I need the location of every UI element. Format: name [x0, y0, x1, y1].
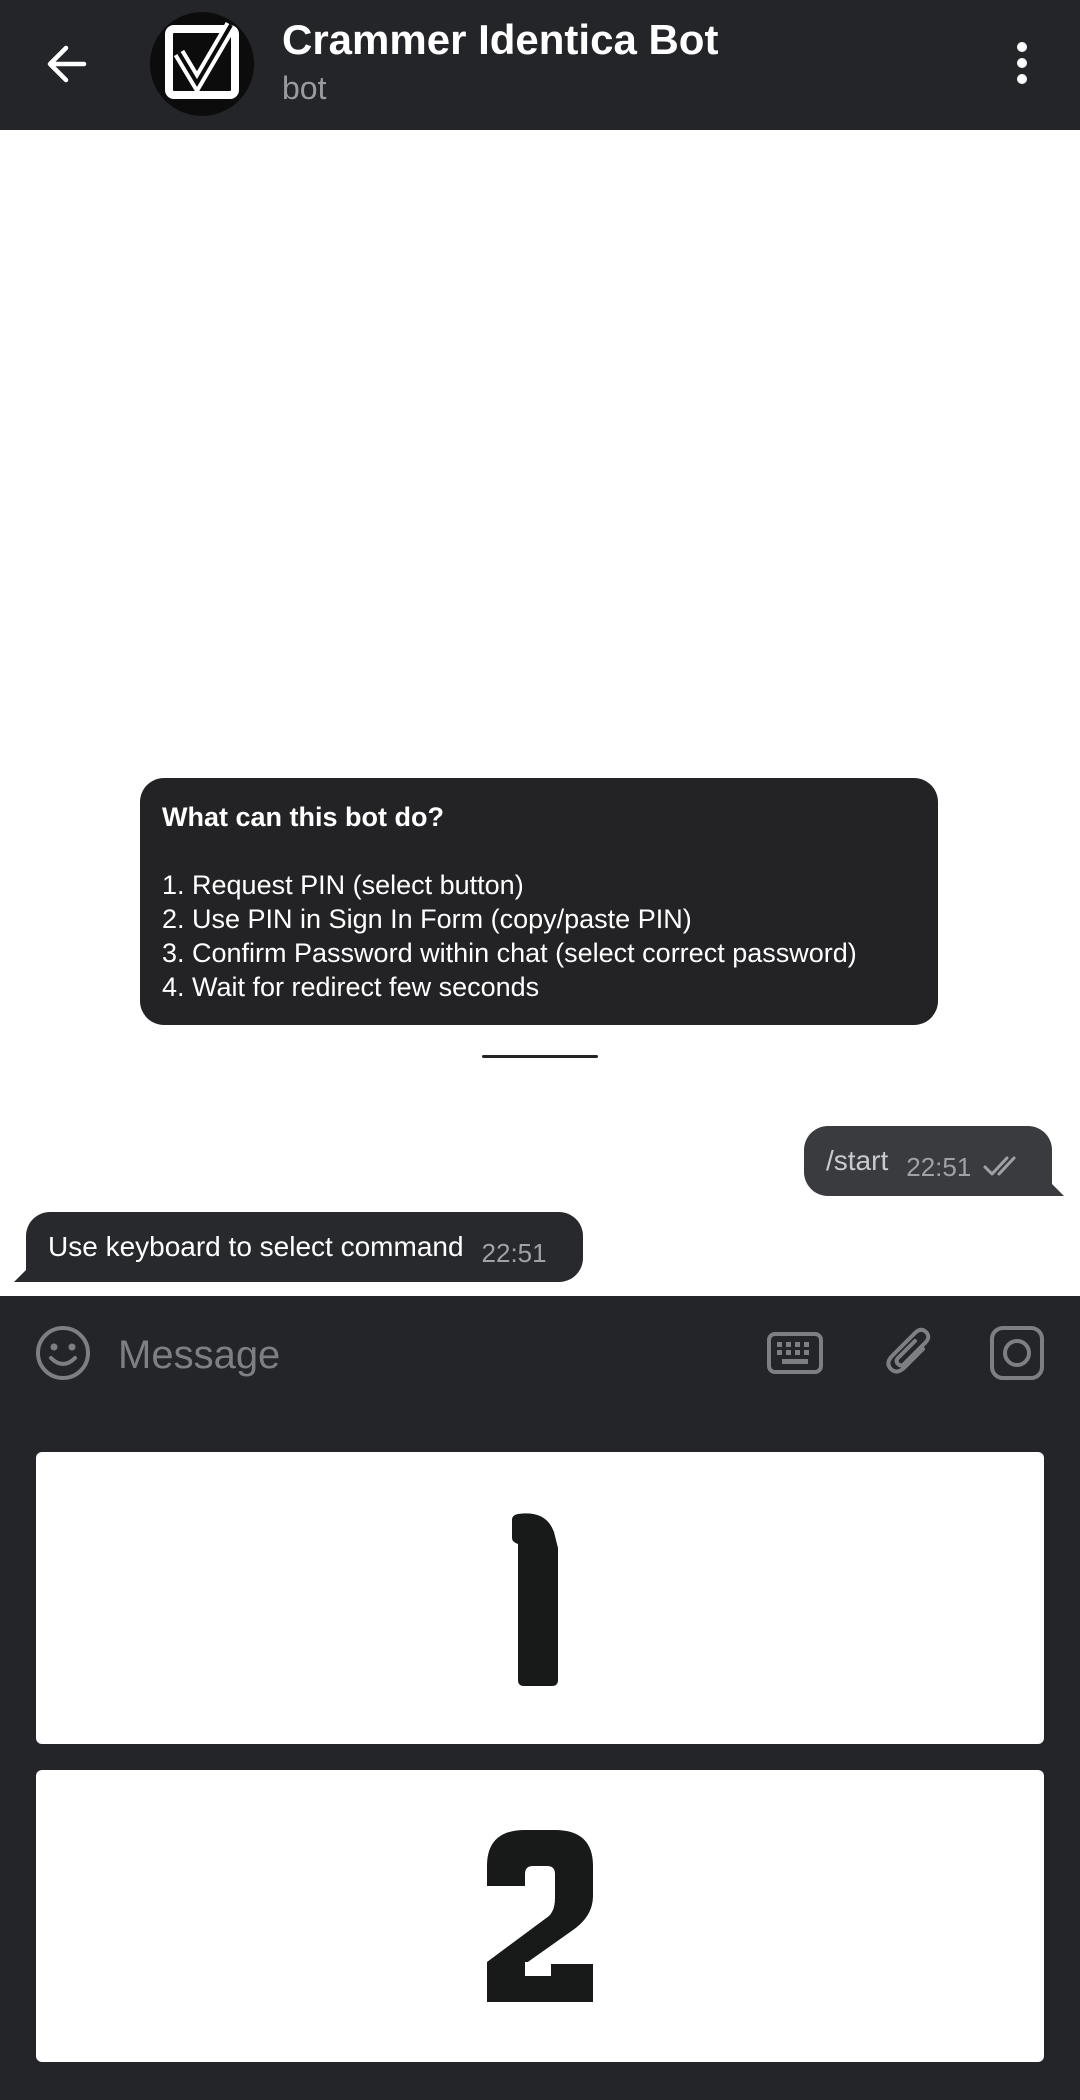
digit-1-glyph — [510, 1508, 570, 1688]
arrow-left-icon — [44, 44, 88, 89]
about-title: What can this bot do? — [162, 802, 444, 832]
chat-header: Crammer Identica Bot bot — [0, 0, 1080, 130]
chat-title[interactable]: Crammer Identica Bot — [282, 16, 718, 64]
bot-reply-keyboard: 1 2 — [0, 1414, 1080, 2100]
double-check-icon — [983, 1155, 1023, 1177]
bubble-tail — [1046, 1178, 1064, 1196]
message-input[interactable] — [118, 1324, 718, 1386]
back-button[interactable] — [30, 30, 102, 102]
about-list: 1. Request PIN (select button) 2. Use PI… — [162, 868, 916, 1004]
smiley-icon — [34, 1324, 92, 1387]
more-menu-button[interactable] — [990, 30, 1054, 100]
bot-about-card: What can this bot do? 1. Request PIN (se… — [140, 778, 938, 1025]
message-time: 22:51 — [481, 1237, 547, 1268]
more-vertical-icon — [1015, 41, 1029, 90]
outgoing-message[interactable]: /start 22:51 — [804, 1126, 1064, 1196]
message-composer — [0, 1296, 1080, 1414]
message-time: 22:51 — [906, 1151, 972, 1182]
section-divider — [482, 1055, 598, 1058]
keyboard-button-2[interactable]: 2 — [36, 1770, 1044, 2062]
bot-keyboard-button[interactable] — [764, 1326, 826, 1384]
camera-icon — [989, 1325, 1045, 1386]
about-line: 3. Confirm Password within chat (select … — [162, 938, 857, 968]
checkbox-check-icon — [157, 17, 247, 112]
digit-2-glyph — [485, 1826, 595, 2006]
camera-button[interactable] — [986, 1325, 1048, 1386]
about-line: 1. Request PIN (select button) — [162, 870, 524, 900]
bubble-tail — [14, 1264, 32, 1282]
paperclip-icon — [883, 1325, 935, 1386]
message-text: Use keyboard to select command — [48, 1231, 464, 1262]
incoming-message[interactable]: Use keyboard to select command 22:51 — [14, 1212, 583, 1282]
keyboard-button-1[interactable]: 1 — [36, 1452, 1044, 1744]
chat-subtitle: bot — [282, 70, 327, 106]
attach-button[interactable] — [878, 1326, 940, 1384]
chat-history[interactable]: What can this bot do? 1. Request PIN (se… — [0, 130, 1080, 1296]
message-text: /start — [826, 1145, 889, 1176]
telegram-chat-screen: Crammer Identica Bot bot What can this b… — [0, 0, 1080, 2100]
emoji-button[interactable] — [34, 1324, 92, 1387]
keyboard-icon — [766, 1331, 824, 1380]
about-line: 2. Use PIN in Sign In Form (copy/paste P… — [162, 904, 692, 934]
avatar[interactable] — [150, 12, 254, 116]
about-line: 4. Wait for redirect few seconds — [162, 972, 540, 1002]
